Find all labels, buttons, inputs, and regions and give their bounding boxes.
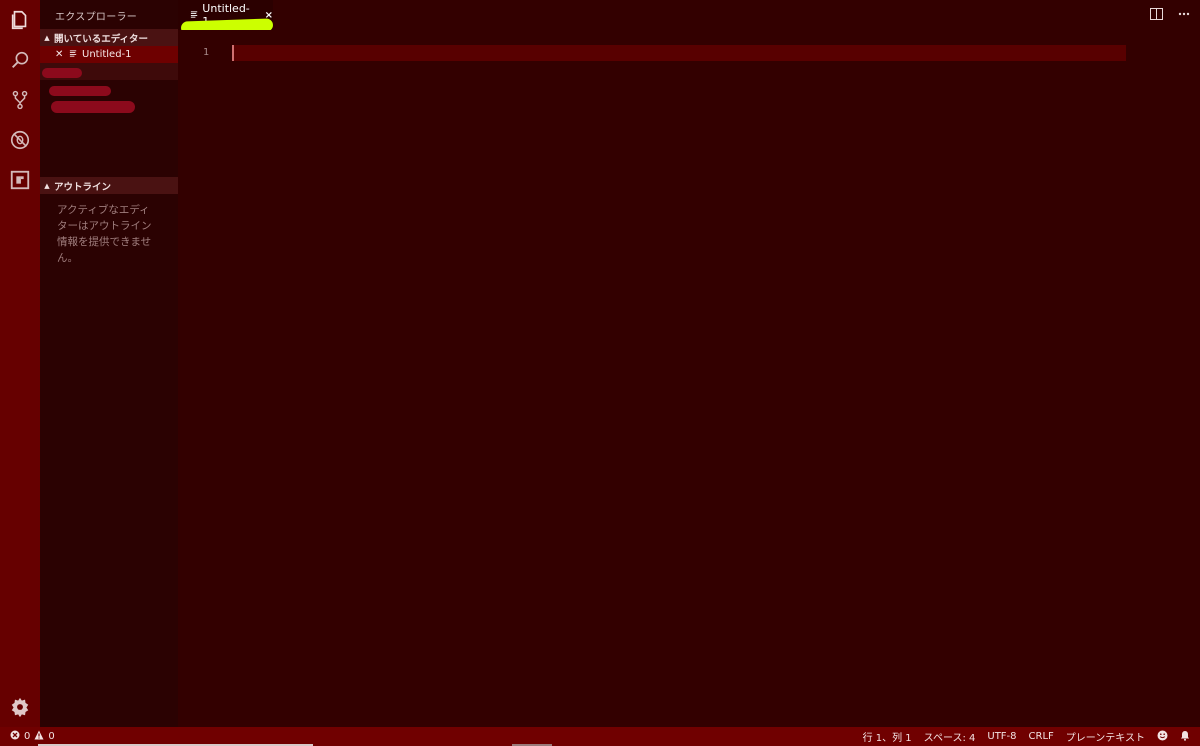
file-icon bbox=[190, 9, 201, 22]
redaction-mark bbox=[49, 86, 111, 96]
split-editor-icon[interactable] bbox=[1148, 6, 1164, 22]
feedback-smiley-icon[interactable] bbox=[1157, 730, 1168, 744]
cursor-position[interactable]: 行 1、列 1 bbox=[863, 729, 912, 744]
encoding[interactable]: UTF-8 bbox=[987, 731, 1016, 742]
open-editor-label: Untitled-1 bbox=[82, 49, 132, 60]
redaction-mark bbox=[42, 68, 82, 78]
sidebar-title: エクスプローラー bbox=[55, 12, 138, 23]
error-icon bbox=[10, 730, 20, 743]
problems-indicator[interactable]: 0 0 bbox=[10, 730, 55, 743]
outline-message: アクティブなエディターはアウトライン情報を提供できません。 bbox=[57, 204, 152, 264]
gear-icon[interactable] bbox=[0, 687, 40, 727]
open-editors-header[interactable]: ▲ 開いているエディター bbox=[40, 29, 178, 46]
debug-icon[interactable] bbox=[0, 120, 40, 160]
file-icon bbox=[69, 49, 81, 61]
explorer-icon[interactable] bbox=[0, 0, 40, 40]
source-control-icon[interactable] bbox=[0, 80, 40, 120]
warning-count: 0 bbox=[48, 731, 55, 742]
editor-actions bbox=[1148, 6, 1192, 22]
indentation[interactable]: スペース: 4 bbox=[924, 729, 976, 744]
activity-bar bbox=[0, 0, 40, 727]
search-icon[interactable] bbox=[0, 40, 40, 80]
chevron-down-icon: ▲ bbox=[44, 181, 50, 190]
outline-header[interactable]: ▲ アウトライン bbox=[40, 177, 178, 194]
notification-bell-icon[interactable] bbox=[1180, 730, 1190, 744]
extensions-icon[interactable] bbox=[0, 160, 40, 200]
warning-icon bbox=[34, 730, 44, 743]
open-editor-item[interactable]: ✕ Untitled-1 bbox=[40, 46, 178, 63]
open-editors-label: 開いているエディター bbox=[54, 33, 149, 45]
close-icon[interactable]: ✕ bbox=[55, 49, 67, 60]
redaction-mark bbox=[51, 101, 135, 113]
text-cursor bbox=[232, 45, 234, 61]
end-of-line[interactable]: CRLF bbox=[1029, 731, 1054, 742]
explorer-sidebar: エクスプローラー ▲ 開いているエディター ✕ Untitled-1 ▲ アウト… bbox=[40, 0, 178, 727]
error-count: 0 bbox=[24, 731, 31, 742]
tab-bar: Untitled-1 × bbox=[178, 0, 1200, 30]
line-number: 1 bbox=[203, 47, 210, 58]
current-line-highlight bbox=[232, 45, 1126, 61]
more-actions-icon[interactable] bbox=[1176, 6, 1192, 22]
editor-area[interactable]: 1 bbox=[178, 30, 1200, 727]
outline-label: アウトライン bbox=[54, 181, 112, 193]
chevron-down-icon: ▲ bbox=[44, 33, 50, 42]
language-mode[interactable]: プレーンテキスト bbox=[1066, 729, 1145, 744]
